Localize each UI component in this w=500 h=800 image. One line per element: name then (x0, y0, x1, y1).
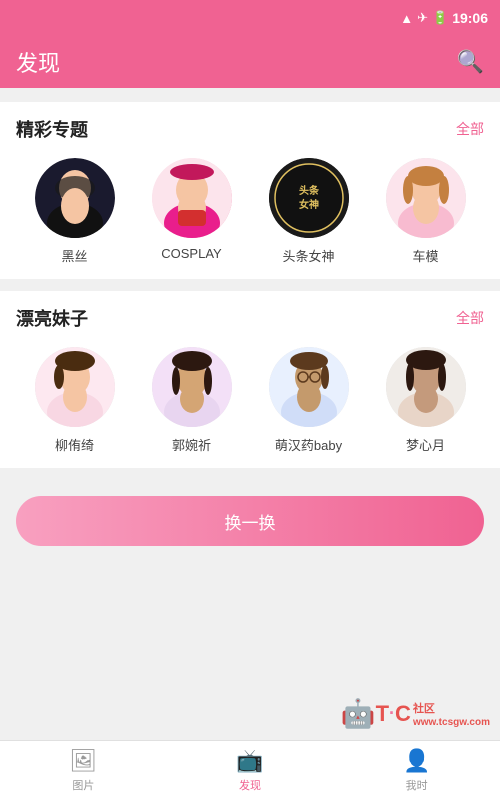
label-heisi: 黑丝 (61, 246, 87, 265)
status-time: 19:06 (452, 10, 488, 26)
category-item-guo[interactable]: 郭婉祈 (152, 347, 232, 454)
bottom-navigation: 🖼 图片 📺 发现 👤 我时 (0, 740, 500, 800)
label-liu: 柳侑绮 (55, 435, 94, 454)
category-item-liu[interactable]: 柳侑绮 (35, 347, 115, 454)
category-item-meng[interactable]: 萌汉药baby (269, 347, 349, 454)
featured-section: 精彩专题 全部 黑丝 (0, 102, 500, 279)
status-icons: ▲ ✈ 🔋 19:06 (400, 10, 488, 26)
girls-section: 漂亮妹子 全部 柳侑绮 (0, 291, 500, 468)
avatar-heisi (35, 158, 115, 238)
label-meng: 萌汉药baby (275, 435, 342, 454)
nav-item-discover[interactable]: 📺 发现 (167, 748, 334, 793)
category-item-carmodel[interactable]: 车模 (386, 158, 466, 265)
empty-space (0, 562, 500, 682)
wifi-icon: ▲ (400, 11, 413, 26)
nav-item-me[interactable]: 👤 我时 (333, 748, 500, 793)
section-title-girls: 漂亮妹子 (16, 305, 88, 331)
svg-text:头条: 头条 (299, 184, 320, 197)
plane-icon: ✈ (417, 10, 428, 26)
featured-grid: 黑丝 COSPLAY (16, 158, 484, 265)
avatar-meng (269, 347, 349, 427)
girls-grid: 柳侑绮 郭婉祈 (16, 347, 484, 454)
refresh-section: 换一换 (0, 480, 500, 562)
nav-label-pic: 图片 (72, 777, 94, 793)
label-goddess: 头条女神 (282, 246, 334, 265)
label-carmodel: 车模 (412, 246, 438, 265)
section-header-girls: 漂亮妹子 全部 (16, 305, 484, 331)
category-item-meng2[interactable]: 梦心月 (386, 347, 466, 454)
avatar-goddess: 头条 女神 (269, 158, 349, 238)
avatar-meng2 (386, 347, 466, 427)
label-cosplay: COSPLAY (161, 246, 221, 261)
section-header-featured: 精彩专题 全部 (16, 116, 484, 142)
label-meng2: 梦心月 (406, 435, 445, 454)
avatar-cosplay (152, 158, 232, 238)
category-item-cosplay[interactable]: COSPLAY (152, 158, 232, 261)
watermark: 🤖 T · C 社区www.tcsgw.com (341, 697, 490, 730)
battery-icon: 🔋 (432, 10, 448, 26)
search-icon[interactable]: 🔍 (457, 49, 484, 75)
section-all-featured[interactable]: 全部 (456, 119, 484, 139)
label-guo: 郭婉祈 (172, 435, 211, 454)
nav-item-pic[interactable]: 🖼 图片 (0, 748, 167, 793)
watermark-url: www.tcsgw.com (413, 717, 490, 728)
discover-icon: 📺 (236, 748, 263, 774)
category-item-goddess[interactable]: 头条 女神 头条女神 (269, 158, 349, 265)
pic-icon: 🖼 (69, 748, 97, 774)
category-item-heisi[interactable]: 黑丝 (35, 158, 115, 265)
status-bar: ▲ ✈ 🔋 19:06 (0, 0, 500, 36)
nav-label-discover: 发现 (239, 777, 261, 793)
main-content: 精彩专题 全部 黑丝 (0, 88, 500, 740)
page-title: 发现 (16, 46, 60, 78)
refresh-button[interactable]: 换一换 (16, 496, 484, 546)
me-icon: 👤 (403, 748, 430, 774)
top-navigation: 发现 🔍 (0, 36, 500, 88)
nav-label-me: 我时 (406, 777, 428, 793)
section-title-featured: 精彩专题 (16, 116, 88, 142)
avatar-liu (35, 347, 115, 427)
avatar-carmodel (386, 158, 466, 238)
svg-text:女神: 女神 (299, 198, 319, 211)
section-all-girls[interactable]: 全部 (456, 308, 484, 328)
avatar-guo (152, 347, 232, 427)
